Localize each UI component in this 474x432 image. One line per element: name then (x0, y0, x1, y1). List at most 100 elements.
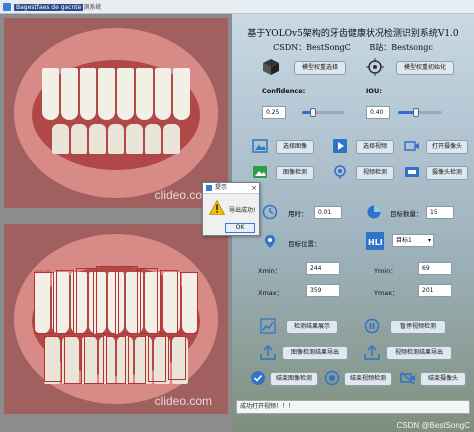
image-detect-button[interactable]: 图像检测 (276, 166, 314, 180)
confidence-label: Confidence: (262, 87, 306, 95)
confidence-slider[interactable] (302, 108, 344, 117)
init-weights-button[interactable]: 模型权重初始化 (396, 61, 454, 75)
iou-input[interactable]: 0.40 (366, 106, 390, 119)
iou-slider[interactable] (398, 108, 442, 117)
window-title-suffix: 测系统 (83, 4, 102, 11)
warning-icon (209, 200, 225, 215)
detection-box (118, 266, 138, 334)
detection-box (140, 268, 158, 334)
app-title: 基于YOLOv5架构的牙齿健康状况检测识别系统V1.0 (247, 29, 459, 39)
dialog-app-icon (206, 185, 212, 191)
detection-box: teeth 0.83 (34, 269, 54, 334)
pause-video-button[interactable]: 暂停视频检测 (390, 320, 446, 334)
confidence-input[interactable]: 0.25 (262, 106, 286, 119)
camera-detect-icon (405, 167, 419, 177)
pause-icon (364, 318, 380, 334)
open-camera-button[interactable]: 打开摄像头 (426, 140, 468, 154)
xmax-value: 359 (306, 284, 340, 297)
upload-icon (260, 344, 276, 360)
camera-detect-button[interactable]: 摄像头检测 (426, 166, 468, 180)
clock-icon (262, 204, 278, 220)
upper-teeth (42, 68, 190, 120)
detection-box (168, 336, 186, 380)
xmin-value: 244 (306, 262, 340, 275)
bilibili-label: B站：Bestsongc (369, 43, 433, 52)
dialog-ok-button[interactable]: OK (225, 223, 255, 233)
app-icon (3, 3, 11, 11)
detection-box (96, 266, 116, 334)
detection-box (106, 336, 126, 384)
count-label: 目标数量： (390, 210, 423, 218)
time-value: 0.01 (314, 206, 342, 219)
video-detect-button[interactable]: 视频检测 (356, 166, 394, 180)
ymin-label: Ymin： (374, 267, 397, 275)
xmin-label: Xmin： (258, 267, 282, 275)
detection-box (64, 336, 82, 384)
detection-label: teeth 0.83 (35, 269, 51, 273)
csdn-label: CSDN：BestSongC (273, 43, 351, 52)
iou-label: IOU: (366, 87, 382, 95)
window-title-redacted: Bagestfaes de gacnte (14, 4, 84, 11)
upload-icon (364, 344, 380, 360)
detection-box (148, 336, 166, 382)
original-image: clideo.com (4, 18, 228, 208)
window-title: Bagestfaes de gacnte 测系统 (14, 2, 101, 11)
end-video-button[interactable]: 结束视频检测 (344, 372, 392, 386)
camera-off-icon (400, 371, 415, 385)
dialog-title: 提示 (215, 184, 228, 191)
dialog-close-icon[interactable]: × (251, 183, 257, 193)
detected-image: teeth 0.83 clideo.com (4, 224, 228, 414)
detection-box (128, 336, 146, 384)
pie-chart-icon (367, 205, 381, 219)
ymax-value: 201 (418, 284, 452, 297)
select-image-button[interactable]: 选择图像 (276, 140, 314, 154)
target-select[interactable]: 目标1 ▾ (392, 234, 434, 247)
show-results-button[interactable]: 检测结果展示 (286, 320, 338, 334)
target-icon (366, 58, 384, 76)
select-weights-button[interactable]: 模型权重选择 (294, 61, 346, 75)
detection-box (180, 272, 198, 334)
export-image-button[interactable]: 图像检测结果导出 (282, 346, 348, 360)
xmax-label: Xmax： (258, 289, 284, 297)
image-icon (252, 139, 268, 153)
window-titlebar: Bagestfaes de gacnte 测系统 (0, 0, 474, 14)
stop-circle-icon (324, 370, 340, 386)
end-camera-button[interactable]: 结束摄像头 (420, 372, 466, 386)
dialog-message: 导出成功! (229, 207, 256, 214)
control-panel: 基于YOLOv5架构的牙齿健康状况检测识别系统V1.0 CSDN：BestSon… (232, 14, 474, 432)
export-success-dialog: 提示 × 导出成功! OK (202, 182, 260, 236)
detection-box (44, 336, 62, 382)
camera-icon (404, 141, 419, 151)
detection-box (76, 268, 94, 334)
lower-teeth (52, 124, 181, 154)
select-video-button[interactable]: 选择视频 (356, 140, 394, 154)
image-detect-icon (253, 166, 267, 178)
ymin-value: 69 (418, 262, 452, 275)
end-image-button[interactable]: 结束图像检测 (270, 372, 318, 386)
ymax-label: Ymax： (374, 289, 399, 297)
detection-box (84, 336, 104, 384)
position-label: 目标位置： (288, 240, 321, 248)
export-video-button[interactable]: 视频检测结果导出 (386, 346, 452, 360)
iou-slider-thumb[interactable] (412, 108, 419, 117)
svg-text:HLI: HLI (368, 238, 383, 247)
time-label: 用时： (288, 210, 308, 218)
cube-icon (263, 59, 279, 75)
video-play-icon (333, 139, 347, 153)
count-value: 15 (426, 206, 454, 219)
webcam-icon (334, 165, 346, 179)
hll-logo-icon: HLI (366, 232, 384, 250)
detection-box (160, 270, 178, 334)
check-circle-icon (251, 371, 265, 385)
target-select-value: 目标1 (396, 237, 412, 244)
status-bar: 成功打开视频！！！ (236, 400, 470, 414)
bottom-image-watermark: clideo.com (154, 394, 212, 408)
image-panel: clideo.com teeth 0.83 clideo.com (0, 14, 232, 432)
detection-box (56, 270, 74, 334)
location-pin-icon (265, 235, 275, 248)
author-line: CSDN：BestSongC B站：Bestsongc (232, 42, 474, 53)
confidence-slider-thumb[interactable] (309, 108, 316, 117)
line-chart-icon (260, 318, 276, 334)
chevron-down-icon: ▾ (427, 237, 431, 244)
csdn-watermark: CSDN @BestSongC (396, 421, 470, 430)
